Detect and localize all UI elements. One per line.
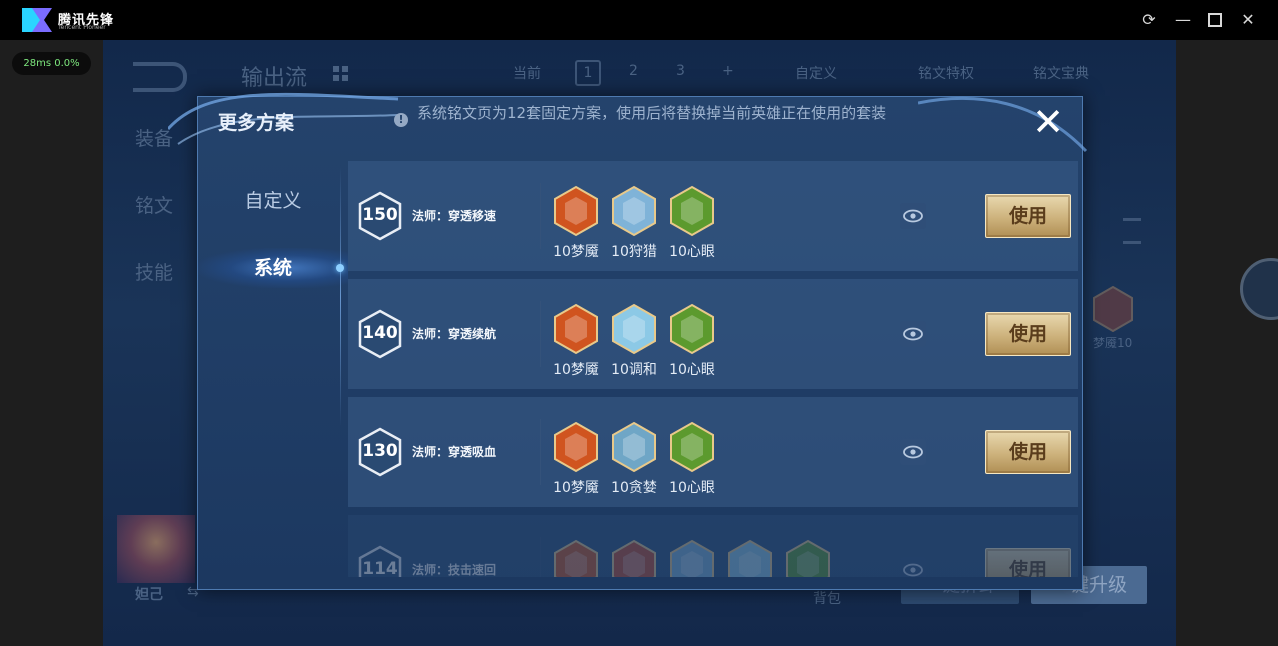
bg-privilege-label[interactable]: 铭文特权 bbox=[918, 63, 974, 83]
active-tab-indicator bbox=[336, 264, 344, 272]
rune-icon bbox=[554, 303, 598, 355]
bg-hero-name: 妲己 bbox=[135, 587, 163, 603]
rune-label: 10狩猎 bbox=[611, 244, 657, 260]
tab-system[interactable]: 系统 bbox=[198, 248, 348, 288]
refresh-icon[interactable]: ⟳ bbox=[1139, 10, 1159, 30]
dialog-notice: 系统铭文页为12套固定方案，使用后将替换掉当前英雄正在使用的套装 bbox=[417, 104, 887, 122]
rune-icon bbox=[612, 303, 656, 355]
preset-level: 114 bbox=[362, 559, 398, 577]
bg-page-title: 输出流 bbox=[241, 66, 308, 91]
preview-eye-icon[interactable] bbox=[900, 557, 926, 577]
grid-icon[interactable] bbox=[333, 66, 349, 82]
app-logo bbox=[22, 8, 52, 32]
rune-label: 10心眼 bbox=[669, 362, 715, 378]
use-preset-button[interactable]: 使用 bbox=[985, 194, 1071, 238]
right-panel bbox=[1176, 40, 1278, 646]
rune-label: 10梦魇 bbox=[553, 480, 599, 496]
preview-eye-icon[interactable] bbox=[900, 321, 926, 347]
bg-page-3[interactable]: 3 bbox=[676, 63, 685, 79]
preset-name: 法师：技击速回 bbox=[412, 563, 497, 577]
rune-label: 10调和 bbox=[611, 362, 657, 378]
rune-icon bbox=[670, 539, 714, 577]
rune-icon bbox=[786, 539, 830, 577]
dialog-title: 更多方案 bbox=[218, 112, 295, 134]
preset-row: 150 法师：穿透移速 10梦魇 10狩猎 10心眼 使用 bbox=[348, 161, 1078, 271]
row-separator bbox=[540, 419, 541, 485]
preset-row: 130 法师：穿透吸血 10梦魇 10贪婪 10心眼 使用 bbox=[348, 397, 1078, 507]
preset-level: 140 bbox=[362, 323, 398, 343]
rune-icon bbox=[612, 539, 656, 577]
dialog-close-button[interactable]: ✕ bbox=[1030, 103, 1066, 141]
bg-rune-icon bbox=[1093, 286, 1133, 332]
bg-bag-label[interactable]: 背包 bbox=[813, 588, 841, 608]
rune-icon bbox=[612, 421, 656, 473]
use-preset-button[interactable]: 使用 bbox=[985, 312, 1071, 356]
app-name-sub: Tencent Pioneer bbox=[58, 24, 106, 31]
rune-label: 10梦魇 bbox=[553, 244, 599, 260]
preset-row: 114 法师：技击速回 使用 bbox=[348, 515, 1078, 577]
preset-level: 130 bbox=[362, 441, 398, 461]
maximize-icon[interactable] bbox=[1205, 10, 1225, 30]
rune-icon bbox=[670, 185, 714, 237]
rune-icon bbox=[670, 421, 714, 473]
use-preset-button[interactable]: 使用 bbox=[985, 548, 1071, 577]
bg-nav-rune[interactable]: 铭文 bbox=[135, 191, 173, 218]
back-icon[interactable] bbox=[133, 62, 187, 92]
preset-row: 140 法师：穿透续航 10梦魇 10调和 10心眼 使用 bbox=[348, 279, 1078, 389]
bg-rune-label: 梦魇10 bbox=[1093, 336, 1133, 350]
preset-name: 法师：穿透吸血 bbox=[412, 445, 497, 459]
rune-label: 10贪婪 bbox=[611, 480, 657, 496]
preset-level: 150 bbox=[362, 205, 398, 225]
bg-book-label[interactable]: 铭文宝典 bbox=[1033, 63, 1089, 83]
rune-icon bbox=[554, 185, 598, 237]
row-separator bbox=[540, 537, 541, 577]
bg-nav-skill[interactable]: 技能 bbox=[135, 258, 173, 285]
rune-icon bbox=[612, 185, 656, 237]
bg-current-label: 当前 bbox=[513, 66, 541, 82]
bg-page-2[interactable]: 2 bbox=[629, 63, 638, 79]
left-panel bbox=[0, 40, 103, 646]
more-plans-dialog: 更多方案 ! 系统铭文页为12套固定方案，使用后将替换掉当前英雄正在使用的套装 … bbox=[168, 92, 1088, 590]
preview-eye-icon[interactable] bbox=[900, 203, 926, 229]
rune-label: 10心眼 bbox=[669, 480, 715, 496]
menu-icon[interactable] bbox=[1123, 218, 1141, 244]
rune-icon bbox=[728, 539, 772, 577]
preset-list[interactable]: 150 法师：穿透移速 10梦魇 10狩猎 10心眼 使用 140 法师：穿透续航 10梦魇 10… bbox=[348, 161, 1078, 577]
close-window-icon[interactable]: ✕ bbox=[1238, 10, 1258, 30]
use-preset-button[interactable]: 使用 bbox=[985, 430, 1071, 474]
bg-page-add[interactable]: + bbox=[722, 63, 734, 79]
hero-portrait[interactable] bbox=[117, 515, 195, 583]
latency-badge: 28ms 0.0% bbox=[12, 52, 91, 75]
bg-custom-label[interactable]: 自定义 bbox=[795, 63, 837, 83]
preset-name: 法师：穿透移速 bbox=[412, 209, 497, 223]
preset-name: 法师：穿透续航 bbox=[412, 327, 497, 341]
row-separator bbox=[540, 301, 541, 367]
row-separator bbox=[540, 183, 541, 249]
minimize-icon[interactable]: — bbox=[1173, 10, 1193, 30]
rune-label: 10心眼 bbox=[669, 244, 715, 260]
rune-icon bbox=[554, 421, 598, 473]
rune-label: 10梦魇 bbox=[553, 362, 599, 378]
tab-divider bbox=[340, 167, 341, 427]
rune-icon bbox=[670, 303, 714, 355]
preview-eye-icon[interactable] bbox=[900, 439, 926, 465]
title-bar: 腾讯先锋 Tencent Pioneer ⟳ — ✕ bbox=[0, 0, 1278, 40]
bg-page-1[interactable]: 1 bbox=[575, 60, 601, 86]
rune-icon bbox=[554, 539, 598, 577]
tab-custom[interactable]: 自定义 bbox=[198, 181, 348, 221]
info-icon: ! bbox=[394, 113, 408, 127]
